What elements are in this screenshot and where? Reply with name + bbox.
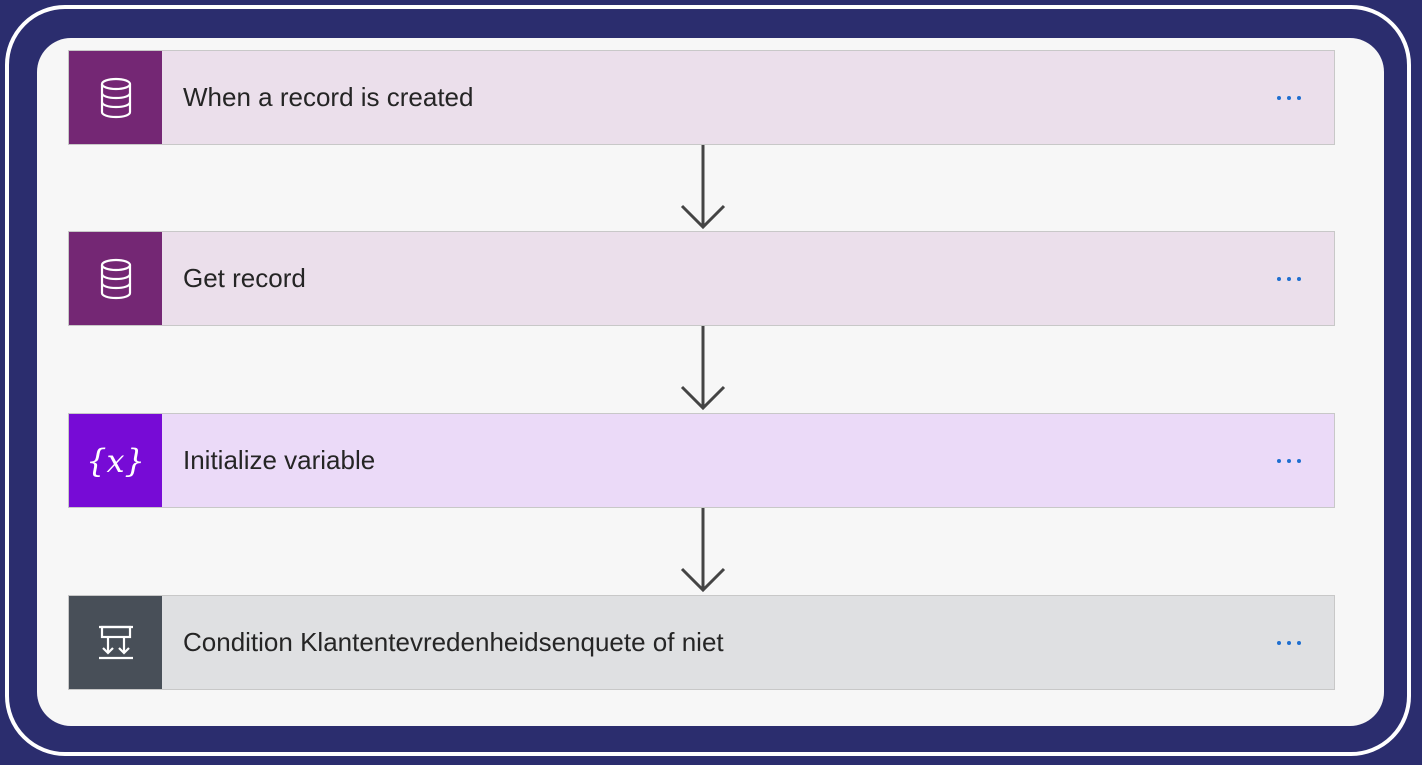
step-card-trigger[interactable]: When a record is created [68, 50, 1335, 145]
dot-icon [1277, 458, 1281, 463]
down-arrow-icon [680, 326, 726, 411]
dot-icon [1277, 276, 1281, 281]
dot-icon [1287, 458, 1291, 463]
down-arrow-icon [680, 508, 726, 593]
dot-icon [1287, 640, 1291, 645]
dot-icon [1297, 458, 1301, 463]
condition-icon [69, 596, 162, 689]
database-icon [69, 51, 162, 144]
flow-canvas: When a record is created Get record {x} … [37, 38, 1384, 726]
dot-icon [1287, 95, 1291, 100]
step-card-initialize-variable[interactable]: {x} Initialize variable [68, 413, 1335, 508]
more-options-button[interactable] [1264, 441, 1314, 481]
variable-icon: {x} [69, 414, 162, 507]
step-label: Get record [183, 263, 306, 293]
more-options-button[interactable] [1264, 259, 1314, 299]
dot-icon [1287, 276, 1291, 281]
dot-icon [1297, 276, 1301, 281]
step-card-get-record[interactable]: Get record [68, 231, 1335, 326]
database-icon [69, 232, 162, 325]
variable-glyph: {x} [86, 441, 145, 480]
dot-icon [1277, 640, 1281, 645]
step-card-condition[interactable]: Condition Klantentevredenheidsenquete of… [68, 595, 1335, 690]
dot-icon [1277, 95, 1281, 100]
dot-icon [1297, 95, 1301, 100]
more-options-button[interactable] [1264, 623, 1314, 663]
dot-icon [1297, 640, 1301, 645]
more-options-button[interactable] [1264, 78, 1314, 118]
step-label: Condition Klantentevredenheidsenquete of… [183, 627, 724, 657]
step-label: Initialize variable [183, 445, 376, 475]
down-arrow-icon [680, 145, 726, 230]
step-label: When a record is created [183, 82, 474, 112]
